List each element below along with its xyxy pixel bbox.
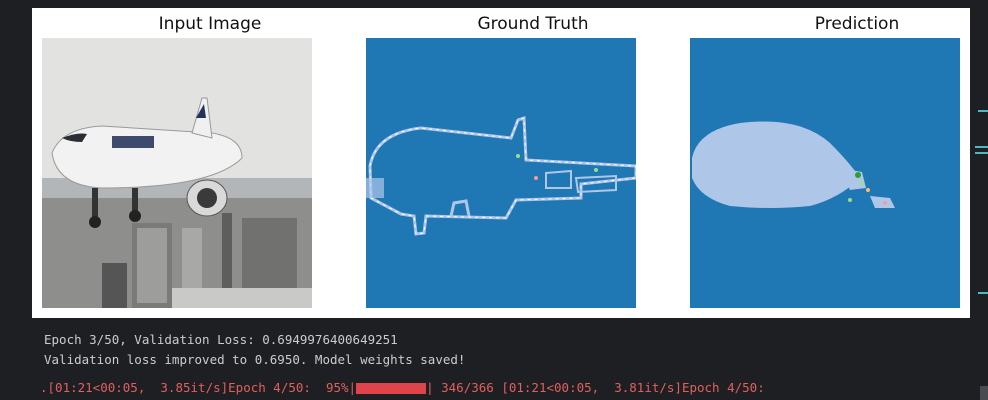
output-line-weights-saved: Validation loss improved to 0.6950. Mode…: [44, 352, 466, 367]
output-line-validation-loss: Epoch 3/50, Validation Loss: 0.694997640…: [44, 332, 398, 347]
input-image: [42, 38, 312, 308]
panel-title-ground-truth: Ground Truth: [477, 14, 589, 34]
matplotlib-figure: Input Image Ground Truth Prediction: [32, 8, 970, 318]
panel-title-prediction: Prediction: [814, 14, 900, 34]
progress-line: .[01:21<00:05, 3.85it/s]Epoch 4/50: 95%|…: [40, 380, 940, 400]
ground-truth-mask: [366, 38, 636, 308]
prediction-mask: [690, 38, 960, 308]
progress-bar-fill: [356, 383, 427, 394]
output-scrollbar[interactable]: [980, 386, 988, 400]
progress-text-start: .[01:21<00:05, 3.85it/s]Epoch 4/50: 95%|: [40, 380, 357, 395]
progress-text-end: | 346/366 [01:21<00:05, 3.81it/s]Epoch 4…: [426, 380, 780, 395]
panel-title-input: Input Image: [158, 14, 262, 34]
cell-output: Epoch 3/50, Validation Loss: 0.694997640…: [44, 330, 944, 370]
